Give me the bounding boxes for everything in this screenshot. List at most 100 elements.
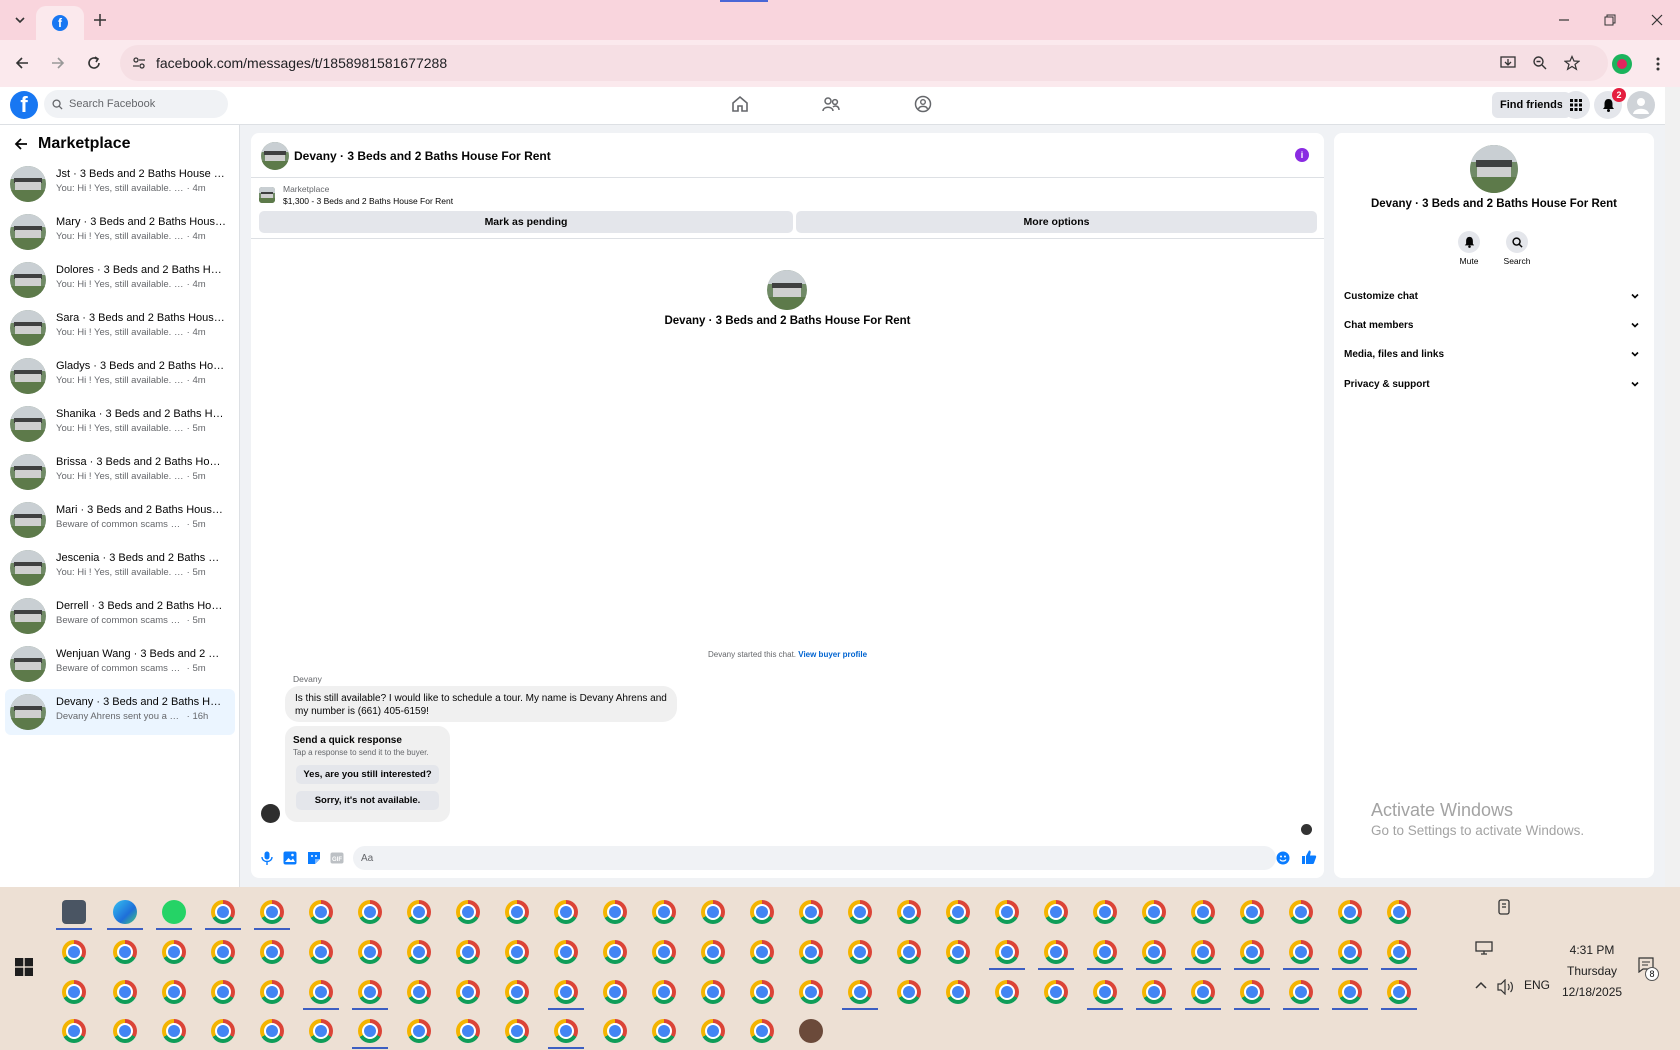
info-avatar[interactable] bbox=[1470, 145, 1518, 193]
chat-list-item[interactable]: Mary · 3 Beds and 2 Baths House For Rent… bbox=[5, 209, 235, 255]
menu-button[interactable] bbox=[1562, 91, 1590, 119]
chrome-icon[interactable] bbox=[1142, 900, 1166, 924]
thumbs-up-icon[interactable] bbox=[1301, 849, 1317, 865]
chrome-icon[interactable] bbox=[554, 900, 578, 924]
close-window-button[interactable] bbox=[1645, 8, 1669, 32]
chrome-icon[interactable] bbox=[1338, 900, 1362, 924]
chrome-icon[interactable] bbox=[750, 980, 774, 1004]
chat-list-item[interactable]: Dolores · 3 Beds and 2 Baths House For R… bbox=[5, 257, 235, 303]
chrome-icon[interactable] bbox=[848, 980, 872, 1004]
chrome-icon[interactable] bbox=[554, 980, 578, 1004]
chrome-icon[interactable] bbox=[162, 940, 186, 964]
chrome-icon[interactable] bbox=[113, 980, 137, 1004]
chrome-icon[interactable] bbox=[162, 980, 186, 1004]
chrome-icon[interactable] bbox=[652, 940, 676, 964]
chat-list-item[interactable]: Derrell · 3 Beds and 2 Baths House For R… bbox=[5, 593, 235, 639]
conversation-avatar[interactable] bbox=[261, 142, 289, 170]
chrome-icon[interactable] bbox=[407, 900, 431, 924]
chrome-icon[interactable] bbox=[309, 940, 333, 964]
chrome-icon[interactable] bbox=[62, 1019, 86, 1043]
account-avatar[interactable] bbox=[1627, 91, 1655, 119]
chrome-icon[interactable] bbox=[113, 1019, 137, 1043]
message-bubble[interactable]: Is this still available? I would like to… bbox=[285, 686, 677, 722]
chrome-icon[interactable] bbox=[1387, 940, 1411, 964]
app-icon[interactable] bbox=[799, 1019, 823, 1043]
find-friends-button[interactable]: Find friends bbox=[1492, 92, 1571, 118]
chrome-icon[interactable] bbox=[1093, 980, 1117, 1004]
page-scrollbar[interactable] bbox=[1665, 87, 1680, 887]
chrome-icon[interactable] bbox=[456, 1019, 480, 1043]
chrome-icon[interactable] bbox=[407, 940, 431, 964]
chrome-icon[interactable] bbox=[848, 940, 872, 964]
more-options-button[interactable]: More options bbox=[796, 211, 1317, 233]
chrome-icon[interactable] bbox=[1191, 980, 1215, 1004]
chrome-icon[interactable] bbox=[603, 900, 627, 924]
chrome-icon[interactable] bbox=[358, 900, 382, 924]
chat-list-item[interactable]: Shanika · 3 Beds and 2 Baths House For R… bbox=[5, 401, 235, 447]
chrome-icon[interactable] bbox=[897, 940, 921, 964]
chrome-icon[interactable] bbox=[260, 940, 284, 964]
chrome-icon[interactable] bbox=[750, 900, 774, 924]
chrome-icon[interactable] bbox=[603, 980, 627, 1004]
conversation-title[interactable]: Devany · 3 Beds and 2 Baths House For Re… bbox=[294, 149, 551, 163]
photo-icon[interactable] bbox=[283, 851, 297, 865]
chrome-icon[interactable] bbox=[358, 940, 382, 964]
media-files-links-row[interactable]: Media, files and links bbox=[1344, 343, 1640, 365]
language-indicator[interactable]: ENG bbox=[1524, 978, 1550, 992]
chat-list-item[interactable]: Jescenia · 3 Beds and 2 Baths House For … bbox=[5, 545, 235, 591]
chrome-icon[interactable] bbox=[211, 980, 235, 1004]
chrome-icon[interactable] bbox=[1289, 980, 1313, 1004]
minimize-button[interactable] bbox=[1552, 8, 1576, 32]
whatsapp-icon[interactable] bbox=[162, 900, 186, 924]
friends-icon[interactable] bbox=[822, 95, 840, 113]
chrome-icon[interactable] bbox=[848, 900, 872, 924]
zoom-icon[interactable] bbox=[1532, 55, 1548, 71]
profile-avatar[interactable] bbox=[1612, 54, 1632, 74]
chrome-icon[interactable] bbox=[799, 980, 823, 1004]
emoji-icon[interactable] bbox=[1276, 851, 1290, 865]
chrome-icon[interactable] bbox=[897, 900, 921, 924]
chrome-icon[interactable] bbox=[407, 1019, 431, 1043]
chrome-icon[interactable] bbox=[1044, 900, 1068, 924]
chrome-icon[interactable] bbox=[1044, 980, 1068, 1004]
chrome-icon[interactable] bbox=[1142, 940, 1166, 964]
chat-list-item[interactable]: Sara · 3 Beds and 2 Baths House For Rent… bbox=[5, 305, 235, 351]
chat-list-item[interactable]: Brissa · 3 Beds and 2 Baths House For Re… bbox=[5, 449, 235, 495]
chat-list-item[interactable]: Gladys · 3 Beds and 2 Baths House For Re… bbox=[5, 353, 235, 399]
chrome-icon[interactable] bbox=[358, 980, 382, 1004]
chrome-icon[interactable] bbox=[1387, 900, 1411, 924]
facebook-logo[interactable]: f bbox=[10, 91, 38, 119]
chrome-icon[interactable] bbox=[946, 980, 970, 1004]
bookmark-star-icon[interactable] bbox=[1564, 55, 1580, 71]
forward-button[interactable] bbox=[46, 51, 70, 75]
chrome-icon[interactable] bbox=[211, 1019, 235, 1043]
chrome-icon[interactable] bbox=[456, 940, 480, 964]
chrome-icon[interactable] bbox=[309, 1019, 333, 1043]
mute-button[interactable]: Mute bbox=[1449, 231, 1489, 266]
site-settings-icon[interactable] bbox=[132, 56, 146, 70]
tab-facebook[interactable]: f bbox=[36, 6, 84, 40]
mark-as-pending-button[interactable]: Mark as pending bbox=[259, 211, 793, 233]
chrome-icon[interactable] bbox=[1240, 900, 1264, 924]
network-icon[interactable] bbox=[1475, 941, 1493, 955]
chrome-icon[interactable] bbox=[505, 940, 529, 964]
chrome-icon[interactable] bbox=[407, 980, 431, 1004]
groups-icon[interactable] bbox=[914, 95, 932, 113]
chrome-icon[interactable] bbox=[995, 900, 1019, 924]
volume-icon[interactable] bbox=[1497, 979, 1515, 995]
install-app-icon[interactable] bbox=[1500, 55, 1516, 71]
new-tab-button[interactable] bbox=[88, 8, 112, 32]
chrome-icon[interactable] bbox=[358, 1019, 382, 1043]
address-bar[interactable]: facebook.com/messages/t/1858981581677288 bbox=[120, 45, 1608, 81]
edge-icon[interactable] bbox=[113, 900, 137, 924]
chrome-icon[interactable] bbox=[995, 980, 1019, 1004]
chrome-icon[interactable] bbox=[260, 980, 284, 1004]
chrome-icon[interactable] bbox=[897, 980, 921, 1004]
back-arrow-icon[interactable] bbox=[14, 137, 28, 151]
chrome-icon[interactable] bbox=[701, 1019, 725, 1043]
chrome-icon[interactable] bbox=[1191, 940, 1215, 964]
chrome-icon[interactable] bbox=[309, 900, 333, 924]
chrome-icon[interactable] bbox=[505, 900, 529, 924]
chrome-icon[interactable] bbox=[701, 900, 725, 924]
chrome-icon[interactable] bbox=[1240, 980, 1264, 1004]
